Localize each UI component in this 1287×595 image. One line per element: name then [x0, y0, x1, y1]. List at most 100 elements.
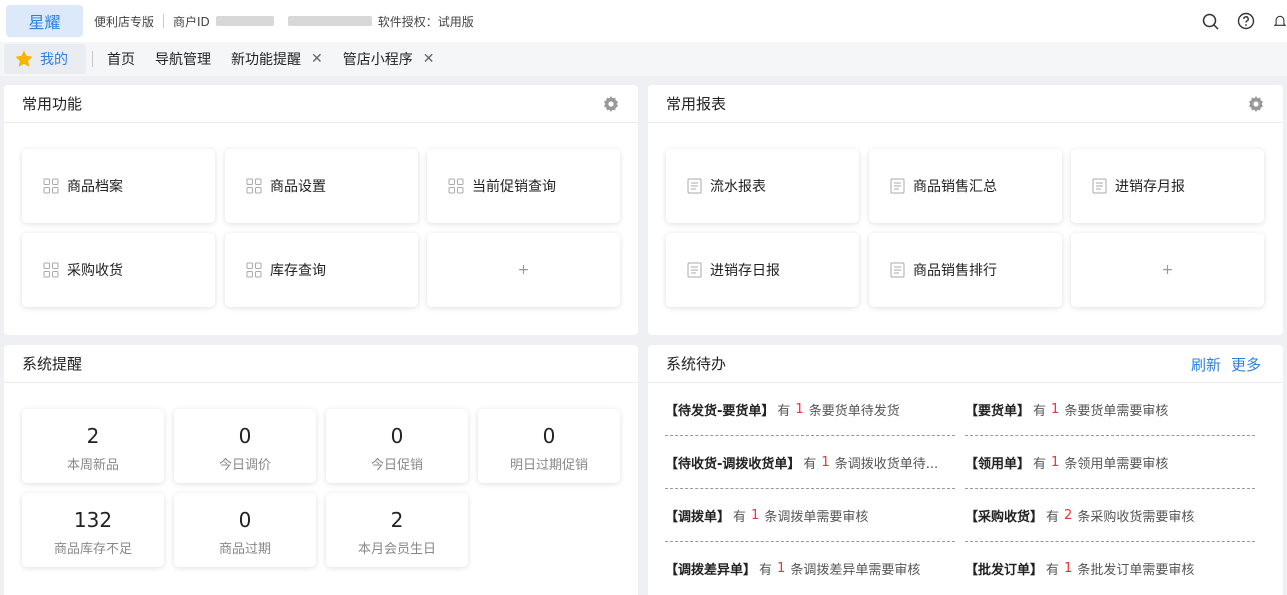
panel-title: 常用报表 — [666, 95, 727, 113]
todo-text: 条调拨差异单需要审核 — [790, 563, 921, 578]
shortcut-label: 库存查询 — [270, 263, 326, 279]
todo-count: 1 — [821, 454, 830, 470]
todo-text: 有 — [1033, 403, 1047, 419]
todo-text: 有 — [1033, 456, 1047, 472]
todo-text: 条调拨单需要审核 — [764, 509, 869, 525]
tab-label: 管店小程序 — [342, 52, 413, 68]
refresh-link[interactable]: 刷新 — [1191, 354, 1221, 375]
help-icon[interactable] — [1237, 12, 1255, 30]
stat-value: 2 — [390, 508, 404, 532]
todo-count: 1 — [795, 401, 804, 417]
gear-icon[interactable] — [602, 95, 620, 117]
stat-label: 今日调价 — [218, 458, 271, 473]
tab-mine[interactable]: 我的 — [4, 44, 86, 74]
stat-new-products-this-week[interactable]: 2 本周新品 — [22, 409, 164, 483]
stat-expired-products[interactable]: 0 商品过期 — [174, 493, 316, 567]
common-functions-panel: 常用功能 商品档案 商品设置 当前促销查询 采购收货 库存查询 + — [4, 85, 638, 335]
todo-item[interactable]: 【调拨差异单】 有 1 条调拨差异单需要审核 — [665, 542, 955, 595]
top-bar: 星耀 便利店专版 商户ID 软件授权：试用版 — [0, 0, 1287, 42]
bell-icon[interactable] — [1273, 12, 1287, 30]
stat-value: 132 — [73, 508, 113, 532]
tab-label: 首页 — [107, 52, 135, 68]
tab-label: 新功能提醒 — [231, 52, 301, 68]
shortcut-purchase-receipt[interactable]: 采购收货 — [22, 233, 215, 307]
panel-title: 系统提醒 — [22, 355, 83, 373]
grid-icon — [43, 262, 59, 278]
shortcut-label: 商品档案 — [67, 179, 123, 195]
todo-tag: 【调拨差异单】 — [665, 563, 757, 578]
close-icon[interactable]: ✕ — [311, 51, 323, 67]
todo-tag: 【要货单】 — [965, 403, 1031, 419]
gear-icon[interactable] — [1247, 95, 1265, 117]
tab-home[interactable]: 首页 — [107, 49, 135, 69]
todo-tag: 【待收货-调拨收货单】 — [665, 456, 801, 472]
merchant-label: 商户ID — [173, 14, 210, 29]
stat-label: 商品库存不足 — [53, 542, 132, 557]
shortcut-product-archive[interactable]: 商品档案 — [22, 149, 215, 223]
todo-text: 条要货单需要审核 — [1064, 403, 1169, 419]
shortcut-label: 商品设置 — [270, 179, 326, 195]
todo-item[interactable]: 【要货单】 有 1 条要货单需要审核 — [965, 383, 1255, 436]
todo-text: 有 — [1046, 563, 1060, 578]
stat-value: 2 — [86, 424, 100, 448]
document-icon — [890, 262, 905, 278]
divider — [163, 14, 165, 28]
todo-text: 条调拨收货单待... — [834, 456, 939, 472]
report-sales-ranking[interactable]: 商品销售排行 — [869, 233, 1062, 307]
stat-label: 本周新品 — [66, 458, 119, 473]
todo-item[interactable]: 【领用单】 有 1 条领用单需要审核 — [965, 436, 1255, 489]
shortcut-promotion-query[interactable]: 当前促销查询 — [427, 149, 620, 223]
shortcut-label: 采购收货 — [67, 263, 123, 279]
add-shortcut-button[interactable]: + — [427, 233, 620, 307]
stat-promotion-expiring-tomorrow[interactable]: 0 明日过期促销 — [478, 409, 620, 483]
todo-count: 1 — [1051, 454, 1060, 470]
panel-actions: 刷新 更多 — [1181, 345, 1261, 383]
todo-item[interactable]: 【待收货-调拨收货单】 有 1 条调拨收货单待... — [665, 436, 955, 489]
report-sales-summary[interactable]: 商品销售汇总 — [869, 149, 1062, 223]
stat-price-change-today[interactable]: 0 今日调价 — [174, 409, 316, 483]
todo-tag: 【领用单】 — [965, 456, 1031, 472]
brand-logo[interactable]: 星耀 — [6, 5, 83, 37]
report-label: 进销存日报 — [710, 263, 780, 279]
close-icon[interactable]: ✕ — [423, 51, 435, 67]
stat-promotion-today[interactable]: 0 今日促销 — [326, 409, 468, 483]
report-flow[interactable]: 流水报表 — [666, 149, 859, 223]
search-icon[interactable] — [1201, 12, 1219, 30]
todo-count: 1 — [1051, 401, 1060, 417]
report-monthly-inventory[interactable]: 进销存月报 — [1071, 149, 1264, 223]
grid-icon — [246, 262, 262, 278]
grid-icon — [448, 178, 464, 194]
document-icon — [890, 178, 905, 194]
panel-header: 常用功能 — [4, 85, 638, 123]
stat-low-stock[interactable]: 132 商品库存不足 — [22, 493, 164, 567]
tab-navigation-management[interactable]: 导航管理 — [155, 49, 211, 69]
todo-item[interactable]: 【批发订单】 有 1 条批发订单需要审核 — [965, 542, 1255, 595]
panel-header: 系统提醒 — [4, 345, 638, 383]
document-icon — [687, 262, 702, 278]
report-daily-inventory[interactable]: 进销存日报 — [666, 233, 859, 307]
document-icon — [687, 178, 702, 194]
tab-store-mini-program[interactable]: 管店小程序 ✕ — [343, 49, 435, 69]
stat-label: 本月会员生日 — [357, 542, 436, 557]
common-reports-panel: 常用报表 流水报表 商品销售汇总 进销存月报 进销存日报 商品销售排行 + — [648, 85, 1283, 335]
system-todo-panel: 系统待办 刷新 更多 【待发货-要货单】 有 1 条要货单待发货 【要货单】 有… — [648, 345, 1283, 595]
todo-item[interactable]: 【待发货-要货单】 有 1 条要货单待发货 — [665, 383, 955, 436]
shortcut-label: 当前促销查询 — [472, 179, 556, 195]
todo-text: 条采购收货需要审核 — [1077, 509, 1195, 525]
report-label: 流水报表 — [710, 179, 766, 195]
stat-member-birthdays[interactable]: 2 本月会员生日 — [326, 493, 468, 567]
add-report-button[interactable]: + — [1071, 233, 1264, 307]
shortcut-inventory-query[interactable]: 库存查询 — [225, 233, 418, 307]
todo-count: 1 — [751, 507, 760, 523]
todo-text: 条批发订单需要审核 — [1077, 563, 1195, 578]
more-link[interactable]: 更多 — [1231, 354, 1261, 375]
todo-tag: 【批发订单】 — [965, 563, 1044, 578]
grid-icon — [246, 178, 262, 194]
tab-new-feature-reminder[interactable]: 新功能提醒 ✕ — [231, 49, 323, 69]
todo-item[interactable]: 【调拨单】 有 1 条调拨单需要审核 — [665, 489, 955, 542]
todo-item[interactable]: 【采购收货】 有 2 条采购收货需要审核 — [965, 489, 1255, 542]
shortcut-product-settings[interactable]: 商品设置 — [225, 149, 418, 223]
tab-label: 导航管理 — [155, 52, 211, 68]
top-info: 便利店专版 商户ID 软件授权：试用版 — [94, 13, 474, 30]
todo-text: 有 — [777, 403, 791, 419]
